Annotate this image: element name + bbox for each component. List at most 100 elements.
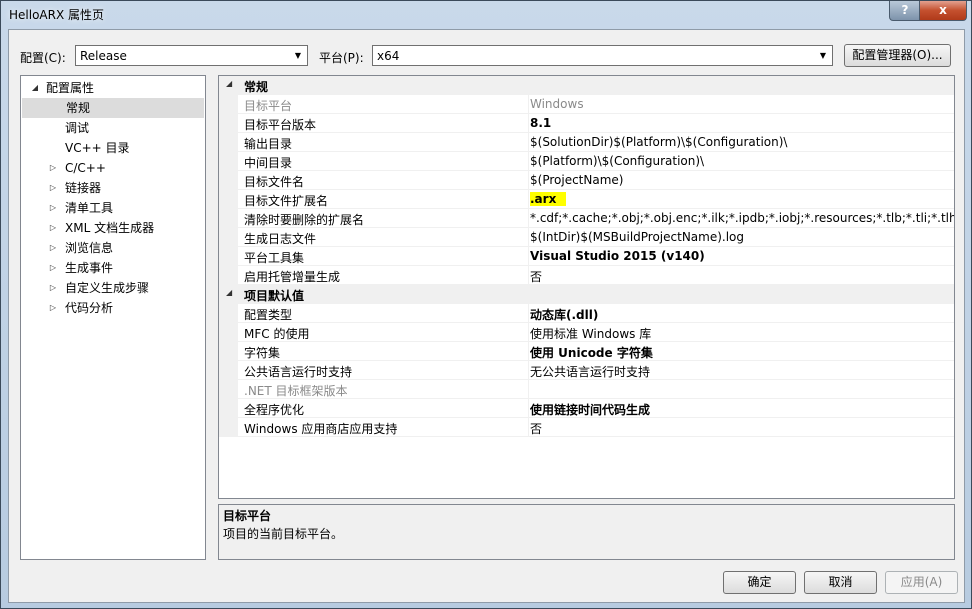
column-separator [528,266,529,285]
row-gutter [219,152,238,171]
column-separator [528,323,529,342]
tree-item-label: 常规 [66,101,91,115]
property-row[interactable]: MFC 的使用 使用标准 Windows 库 [219,323,954,342]
property-value[interactable]: $(SolutionDir)$(Platform)\$(Configuratio… [530,135,787,149]
property-value[interactable]: $(Platform)\$(Configuration)\ [530,154,704,168]
expand-arrow-icon[interactable]: ▷ [48,218,58,238]
tree-item-label: 自定义生成步骤 [65,281,150,295]
expand-arrow-icon[interactable]: ▷ [48,258,58,278]
grid-category[interactable]: ◢ 项目默认值 [219,285,954,304]
property-pages-window: HelloARX 属性页 ? x 配置(C): Release ▼ 平台(P):… [0,0,972,609]
description-panel: 目标平台 项目的当前目标平台。 [218,504,955,560]
row-gutter [219,380,238,399]
configuration-dropdown[interactable]: Release ▼ [75,45,308,66]
property-row[interactable]: 目标平台 Windows [219,95,954,114]
help-button[interactable]: ? [889,1,921,21]
expand-arrow-icon[interactable]: ▷ [48,198,58,218]
help-icon: ? [901,3,909,17]
property-value[interactable]: 否 [530,268,542,285]
row-gutter [219,361,238,380]
collapse-arrow-icon[interactable]: ◢ [226,79,232,88]
column-separator [528,228,529,247]
property-name: 平台工具集 [244,251,305,265]
close-button[interactable]: x [919,1,967,21]
tree-item-label: 清单工具 [65,201,114,215]
expand-arrow-icon[interactable]: ▷ [48,298,58,318]
property-value[interactable]: *.cdf;*.cache;*.obj;*.obj.enc;*.ilk;*.ip… [530,211,954,225]
expand-arrow-icon[interactable]: ▷ [48,238,58,258]
chevron-down-icon: ▼ [294,51,302,60]
property-row[interactable]: 全程序优化 使用链接时间代码生成 [219,399,954,418]
column-separator [528,190,529,209]
column-separator [528,171,529,190]
property-value[interactable]: Visual Studio 2015 (v140) [530,249,705,263]
expand-arrow-icon[interactable]: ▷ [48,178,58,198]
property-row[interactable]: 公共语言运行时支持 无公共语言运行时支持 [219,361,954,380]
row-gutter [219,323,238,342]
configuration-manager-button[interactable]: 配置管理器(O)... [844,44,951,67]
property-value[interactable]: 无公共语言运行时支持 [530,363,650,380]
expand-arrow-icon[interactable]: ▷ [48,278,58,298]
row-gutter [219,418,238,437]
configuration-label: 配置(C): [20,51,66,65]
dialog-client-area: 配置(C): Release ▼ 平台(P): x64 ▼ 配置管理器(O)..… [8,29,965,603]
tree-item-label: C/C++ [65,161,106,175]
column-separator [528,95,529,114]
property-value[interactable]: 动态库(.dll) [530,306,598,323]
property-row[interactable]: 输出目录 $(SolutionDir)$(Platform)\$(Configur… [219,133,954,152]
property-row[interactable]: .NET 目标框架版本 [219,380,954,399]
property-row[interactable]: 目标平台版本 8.1 [219,114,954,133]
property-tree[interactable]: ◢ 配置属性 常规 调试 VC++ 目录 ▷ C/C++ ▷ 链接器 ▷ 清单工具 ▷ XML 文档生成… [20,75,206,560]
row-gutter [219,95,238,114]
column-separator [528,152,529,171]
property-value[interactable]: 使用链接时间代码生成 [530,401,650,418]
property-row[interactable]: 目标文件扩展名 .arx [219,190,954,209]
property-row[interactable]: 中间目录 $(Platform)\$(Configuration)\ [219,152,954,171]
property-row[interactable]: 清除时要删除的扩展名 *.cdf;*.cache;*.obj;*.obj.enc;… [219,209,954,228]
property-value[interactable]: Windows [530,97,584,111]
property-name: 目标文件名 [244,175,305,189]
property-row[interactable]: Windows 应用商店应用支持 否 [219,418,954,437]
property-row[interactable]: 配置类型 动态库(.dll) [219,304,954,323]
ok-button[interactable]: 确定 [723,571,796,594]
collapse-arrow-icon[interactable]: ◢ [30,78,40,98]
property-value[interactable]: 使用标准 Windows 库 [530,325,651,342]
property-name: 目标平台版本 [244,118,317,132]
property-row[interactable]: 启用托管增量生成 否 [219,266,954,285]
column-separator [528,380,529,399]
property-name: Windows 应用商店应用支持 [244,422,398,436]
property-name: 全程序优化 [244,403,305,417]
apply-button[interactable]: 应用(A) [885,571,958,594]
property-row[interactable]: 生成日志文件 $(IntDir)$(MSBuildProjectName).log [219,228,954,247]
property-value[interactable]: .arx [530,192,567,206]
property-row[interactable]: 字符集 使用 Unicode 字符集 [219,342,954,361]
column-separator [528,209,529,228]
property-grid[interactable]: ◢ 常规 目标平台 Windows 目标平台版本 8.1 输出目录 $(SolutionDir… [218,75,955,499]
tree-item-label: 链接器 [65,181,102,195]
property-row[interactable]: 平台工具集 Visual Studio 2015 (v140) [219,247,954,266]
platform-dropdown[interactable]: x64 ▼ [372,45,833,66]
platform-value: x64 [377,49,400,63]
column-separator [528,418,529,437]
property-value[interactable]: 使用 Unicode 字符集 [530,344,653,361]
title-bar[interactable]: HelloARX 属性页 ? x [1,1,971,29]
property-value[interactable]: $(IntDir)$(MSBuildProjectName).log [530,230,744,244]
property-name: .NET 目标框架版本 [244,384,348,398]
property-name: MFC 的使用 [244,327,310,341]
cancel-button[interactable]: 取消 [804,571,877,594]
property-value[interactable]: 否 [530,420,542,437]
property-value[interactable]: 8.1 [530,116,551,130]
tree-item-label: 调试 [65,121,90,135]
collapse-arrow-icon[interactable]: ◢ [226,288,232,297]
property-row[interactable]: 目标文件名 $(ProjectName) [219,171,954,190]
grid-category[interactable]: ◢ 常规 [219,76,954,95]
description-title: 目标平台 [223,509,272,523]
window-title: HelloARX 属性页 [9,8,104,22]
column-separator [528,247,529,266]
tree-item[interactable]: 常规 [22,98,204,118]
property-name: 启用托管增量生成 [244,270,341,284]
property-name: 清除时要删除的扩展名 [244,213,365,227]
expand-arrow-icon[interactable]: ▷ [48,158,58,178]
property-value[interactable]: $(ProjectName) [530,173,623,187]
category-label: 常规 [244,80,269,94]
